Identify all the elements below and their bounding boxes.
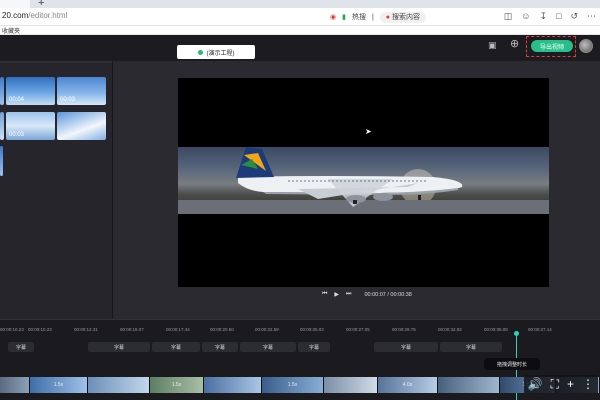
address-bar[interactable]: 20.com/editor.html ◉ ▮ 热搜 | ● 搜索内容 ◫ ☺ ↧…	[0, 8, 600, 26]
media-thumbnail[interactable]: 00:03	[57, 77, 106, 105]
volume-icon[interactable]: 🔊	[528, 377, 543, 391]
timeline-tick: 00:00:10.23	[28, 327, 52, 332]
airplane-image	[178, 147, 549, 214]
prev-icon[interactable]: ⏮	[322, 291, 327, 298]
user-icon[interactable]: ☺	[521, 11, 530, 22]
undo-icon[interactable]: ↺	[570, 11, 578, 22]
pin-icon[interactable]: □	[556, 11, 561, 22]
media-panel-top-strip	[0, 61, 112, 63]
media-thumbnail[interactable]: 00:04	[6, 77, 55, 105]
timeline-tick: 00:00:20.50	[210, 327, 234, 332]
timeline-tick: 00:00:27.05	[346, 327, 370, 332]
favorites-bar: 收藏夹	[0, 26, 600, 35]
more-icon[interactable]: ⋮	[582, 377, 594, 391]
project-name-pill[interactable]: (演示工程)	[177, 45, 255, 59]
subtitle-clip[interactable]: 字幕	[8, 342, 34, 352]
video-clip[interactable]: 1.5s	[150, 377, 204, 393]
video-clip[interactable]	[204, 377, 262, 393]
subtitle-clip[interactable]: 字幕	[298, 342, 330, 352]
favorites-label[interactable]: 收藏夹	[2, 26, 20, 35]
subtitle-clip[interactable]: 字幕	[152, 342, 200, 352]
media-thumbnail[interactable]	[0, 112, 4, 140]
video-clip[interactable]	[438, 377, 500, 393]
time-display: 00:00:07 / 00:00:38	[364, 291, 412, 298]
thumbnail-duration: 00:03	[9, 132, 25, 138]
add-icon[interactable]: ⊕	[510, 39, 520, 50]
url-host: 20.com	[2, 11, 29, 20]
more-menu-icon[interactable]: ⋯	[587, 11, 596, 22]
search-brand-icon: ●	[385, 13, 391, 21]
media-thumbnail[interactable]: 00:03	[6, 112, 55, 140]
drag-tooltip: 拖拽调整时长	[484, 358, 540, 370]
url-text[interactable]: 20.com/editor.html	[2, 11, 67, 20]
search-hot-label[interactable]: 热搜	[352, 12, 366, 22]
media-thumbnail[interactable]	[0, 146, 3, 176]
subtitle-clip[interactable]: 字幕	[440, 342, 502, 352]
timeline-tick: 00:00:10.23	[0, 327, 24, 332]
avatar[interactable]	[579, 39, 593, 53]
video-clip[interactable]	[88, 377, 150, 393]
save-icon[interactable]: ▣	[488, 40, 498, 50]
timeline-tick: 00:00:22.59	[255, 327, 279, 332]
add-track-icon[interactable]: +	[567, 377, 574, 391]
subtitle-clip[interactable]: 字幕	[240, 342, 296, 352]
video-frame-image	[178, 147, 549, 214]
timeline-tick: 00:00:12.31	[74, 327, 98, 332]
browser-right-tools: ◫ ☺ ↧ □ ↺ ⋯	[504, 11, 596, 22]
subtitle-clip[interactable]: 字幕	[374, 342, 438, 352]
timeline-tick: 00:00:32.82	[438, 327, 462, 332]
status-dot-icon	[197, 49, 203, 55]
highlight-box	[526, 36, 576, 57]
divider-icon: |	[371, 13, 374, 21]
media-thumbnail[interactable]	[0, 77, 4, 105]
timeline-tick: 00:00:29.75	[392, 327, 416, 332]
game-icon[interactable]: ◫	[504, 11, 513, 22]
project-name: (演示工程)	[206, 50, 235, 57]
video-clip[interactable]	[0, 377, 30, 393]
video-clip[interactable]	[324, 377, 378, 393]
timeline-tick: 00:00:35.08	[484, 327, 508, 332]
timeline-tick: 00:00:15.07	[120, 327, 144, 332]
url-path: /editor.html	[28, 11, 68, 20]
search-label: 搜索内容	[391, 13, 420, 21]
fullscreen-icon[interactable]: ⛶	[551, 377, 559, 391]
thumbnail-duration: 00:04	[9, 97, 25, 103]
timeline-tick: 00:00:25.03	[300, 327, 324, 332]
mouse-cursor-icon: ➤	[365, 127, 372, 136]
player-controls: ⏮ ▶ ⏭ 00:00:07 / 00:00:38	[322, 291, 412, 298]
media-thumbnail[interactable]	[57, 112, 106, 140]
play-icon[interactable]: ▶	[334, 291, 339, 298]
timeline-tick: 00:00:37.14	[528, 327, 552, 332]
track-tools: 🔊 ⛶ + ⋮	[523, 375, 598, 393]
hot-icon[interactable]: ◉	[330, 13, 336, 21]
video-clip[interactable]: 1.5s	[30, 377, 88, 393]
video-clip[interactable]: 4.0s	[378, 377, 438, 393]
video-clip[interactable]: 1.5s	[262, 377, 324, 393]
thumbnail-duration: 00:03	[60, 97, 76, 103]
video-track: 1.5s 1.5s 1.5s 4.0s 1.5s	[0, 377, 600, 393]
subtitle-clip[interactable]: 字幕	[202, 342, 238, 352]
browser-tab[interactable]	[0, 0, 30, 8]
address-tools: ◉ ▮ 热搜 | ● 搜索内容	[330, 11, 426, 23]
green-icon[interactable]: ▮	[342, 13, 346, 21]
subtitle-clip[interactable]: 字幕	[88, 342, 150, 352]
next-icon[interactable]: ⏭	[346, 291, 351, 298]
download-icon[interactable]: ↧	[539, 11, 547, 22]
browser-tab-bar: +	[0, 0, 600, 9]
timeline-tick: 00:00:17.44	[166, 327, 190, 332]
search-box[interactable]: ● 搜索内容	[379, 11, 426, 23]
